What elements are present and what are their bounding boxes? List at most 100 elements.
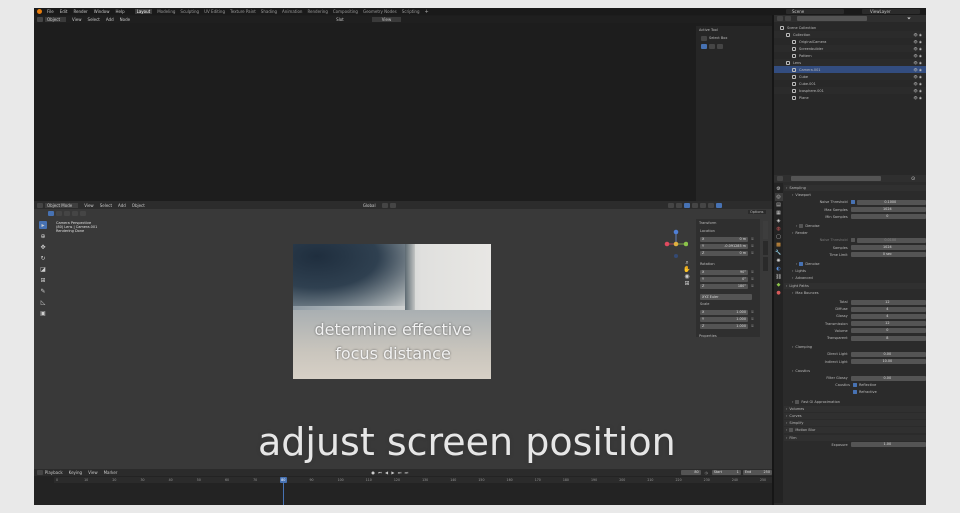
transform-field-y[interactable]: Y 0° (700, 276, 748, 282)
modifier-tab-icon[interactable]: 🔧 (775, 249, 783, 257)
lock-icon[interactable]: ⚿ (751, 270, 754, 274)
panel-fast-gi-approximation[interactable]: › Fast GI Approximation (784, 399, 926, 405)
data-tab-icon[interactable]: ◆ (775, 281, 783, 289)
expand-chevron-icon[interactable]: › (786, 414, 787, 418)
panel-film[interactable]: › Film (784, 434, 926, 441)
pan-icon[interactable]: ✋ (683, 266, 691, 273)
field-checkbox[interactable] (850, 200, 855, 205)
field-value[interactable]: 0.00 (850, 351, 926, 357)
tab-animation[interactable]: Animation (282, 9, 302, 14)
shading-material-icon[interactable] (707, 202, 714, 208)
outliner-item-scene-collection[interactable]: Scene Collection (774, 24, 926, 31)
panel-motion-blur[interactable]: › Motion Blur (784, 427, 926, 434)
expand-chevron-icon[interactable]: › (786, 428, 787, 432)
select-subtract-icon[interactable] (64, 210, 70, 216)
filter-icon[interactable]: ⏷ (907, 16, 911, 22)
panel-viewport[interactable]: › Viewport (784, 192, 926, 198)
panel-clamping[interactable]: › Clamping (784, 344, 926, 350)
viewport-editor-icon[interactable] (37, 202, 43, 208)
panel-lights[interactable]: › Lights (784, 268, 926, 274)
tab-shading[interactable]: Shading (261, 9, 277, 14)
select-intersect-icon[interactable] (80, 210, 86, 216)
orientation-dropdown[interactable]: Global (363, 203, 376, 208)
lock-icon[interactable]: ⚿ (751, 237, 754, 241)
pin-icon[interactable]: ⊙ (911, 176, 915, 182)
node-menu-view[interactable]: View (72, 17, 82, 22)
view-layer-selector[interactable]: ViewLayer (862, 9, 920, 14)
current-frame-field[interactable]: 80 (681, 470, 701, 475)
add-cube-tool-icon[interactable]: ▣ (39, 309, 47, 317)
outliner-item-cube-001[interactable]: Cube.001 👁 ◉ (774, 80, 926, 87)
particles-tab-icon[interactable]: ✺ (775, 257, 783, 265)
navigation-gizmo[interactable] (662, 228, 688, 262)
timeline-menu-keying[interactable]: Keying (69, 470, 82, 475)
expand-chevron-icon[interactable]: › (792, 345, 793, 349)
transform-tool-icon[interactable]: ⊞ (39, 276, 47, 284)
properties-search-field[interactable] (791, 176, 881, 181)
lock-icon[interactable]: ⚿ (751, 310, 754, 314)
node-menu-select[interactable]: Select (88, 17, 100, 22)
outliner-item-pattern[interactable]: Pattern 👁 ◉ (774, 52, 926, 59)
lock-icon[interactable]: ⚿ (751, 251, 754, 255)
tab-rendering[interactable]: Rendering (307, 9, 327, 14)
display-mode-icon[interactable] (785, 16, 791, 21)
field-value[interactable]: 12 (850, 321, 926, 327)
field-value[interactable]: 1.00 (850, 442, 926, 448)
outliner-item-lens[interactable]: Lens 👁 ◉ (774, 59, 926, 66)
material-tab-icon[interactable]: ● (775, 289, 783, 297)
tab-uv-editing[interactable]: UV Editing (204, 9, 225, 14)
panel-render[interactable]: › Render (784, 230, 926, 236)
snap-icon[interactable] (381, 202, 388, 208)
tab-layout[interactable]: Layout (134, 9, 153, 14)
transform-field-y[interactable]: Y 1.000 (700, 316, 748, 322)
visibility-toggle-icon[interactable]: 👁 ◉ (913, 47, 922, 51)
select-box-icon[interactable] (701, 35, 707, 41)
expand-chevron-icon[interactable]: › (796, 224, 797, 228)
overlay-icon[interactable] (683, 202, 690, 208)
panel-checkbox[interactable] (799, 224, 804, 228)
play-controls[interactable]: ● ⏮ ◀ ▶ ⏭ ⏭ (371, 470, 409, 475)
scale-tool-icon[interactable]: ◪ (39, 265, 47, 273)
option-checkbox[interactable] (853, 390, 857, 395)
panel-checkbox[interactable] (799, 262, 804, 266)
select-tool-icon[interactable]: ▸ (39, 221, 47, 229)
collection-tab-icon[interactable]: ▢ (775, 233, 783, 241)
viewport-menu-object[interactable]: Object (132, 203, 145, 208)
preview-range-icon[interactable]: ◷ (705, 471, 708, 475)
object-mode-dropdown[interactable]: Object Mode (45, 202, 79, 208)
active-tool-title[interactable]: Active Tool (699, 28, 718, 32)
properties-editor-icon[interactable] (777, 176, 783, 181)
transform-field-z[interactable]: Z 1.000 (700, 323, 748, 329)
render-tab-icon[interactable]: ◎ (774, 193, 783, 201)
proportional-edit-icon[interactable] (389, 202, 396, 208)
ortho-toggle-icon[interactable]: ⊞ (683, 280, 691, 287)
menu-render[interactable]: Render (73, 9, 87, 14)
expand-chevron-icon[interactable]: › (792, 291, 793, 295)
tab-sculpting[interactable]: Sculpting (180, 9, 199, 14)
field-value[interactable]: 1024 (850, 245, 926, 251)
panel-checkbox[interactable] (789, 428, 794, 433)
transform-field-y[interactable]: Y -0.091285 m (700, 243, 748, 249)
select-new-icon[interactable] (48, 210, 54, 216)
outliner-search-field[interactable] (797, 16, 867, 21)
panel-simplify[interactable]: › Simplify (784, 420, 926, 427)
mode-subtract-icon[interactable] (717, 43, 723, 49)
rotation-mode-dropdown[interactable]: XYZ Euler (700, 294, 752, 300)
field-value[interactable]: 4 (850, 306, 926, 312)
expand-chevron-icon[interactable]: › (792, 231, 793, 235)
viewport-menu-view[interactable]: View (84, 203, 94, 208)
shading-wire-icon[interactable] (691, 202, 698, 208)
panel-checkbox[interactable] (795, 399, 800, 404)
mode-new-icon[interactable] (701, 43, 707, 49)
visibility-toggle-icon[interactable]: 👁 ◉ (913, 75, 922, 79)
gizmo-y-axis[interactable] (683, 241, 688, 247)
tab-scripting[interactable]: Scripting (402, 9, 420, 14)
panel-sampling[interactable]: › Sampling (784, 185, 926, 191)
timeline-ruler[interactable]: 0102030405060708090100110120130140150160… (54, 477, 772, 483)
add-workspace-icon[interactable]: + (425, 9, 429, 15)
expand-chevron-icon[interactable]: › (792, 276, 793, 280)
lock-icon[interactable]: ⚿ (751, 324, 754, 328)
tab-tool[interactable] (763, 241, 768, 255)
expand-chevron-icon[interactable]: › (792, 193, 793, 197)
lock-icon[interactable]: ⚿ (751, 317, 754, 321)
